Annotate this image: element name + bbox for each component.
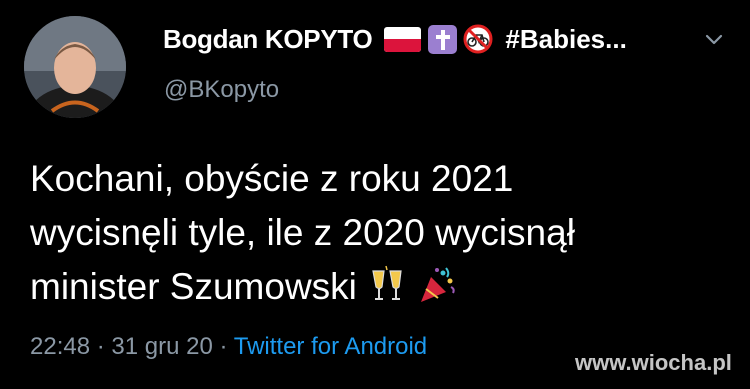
tweet-line: Kochani, obyście z roku 2021 [30, 158, 514, 199]
author-handle[interactable]: @BKopyto [164, 76, 279, 104]
tweet-time[interactable]: 22:48 [30, 333, 90, 360]
party-popper-icon [421, 267, 456, 302]
chevron-down-icon[interactable] [703, 28, 725, 50]
meta-separator: · [96, 333, 105, 360]
meta-separator: · [219, 333, 228, 360]
author-display-name[interactable]: Bogdan KOPYTO [163, 24, 373, 55]
tweet-source-link[interactable]: Twitter for Android [234, 333, 427, 360]
tweet-line: minister Szumowski [30, 260, 730, 314]
avatar[interactable] [24, 16, 126, 118]
tweet-meta: 22:48 · 31 gru 20 · Twitter for Android [30, 333, 427, 361]
tweet-line: wycisnęli tyle, ile z 2020 wycisnął [30, 212, 575, 253]
author-name-row: Bogdan KOPYTO #Babies... [163, 22, 627, 56]
clinking-glasses-icon [372, 265, 402, 300]
tweet-line-text: minister Szumowski [30, 266, 357, 307]
poland-flag-icon [384, 26, 422, 52]
author-tag-text: #Babies... [505, 23, 627, 54]
tweet-date[interactable]: 31 gru 20 [111, 333, 212, 360]
watermark: www.wiocha.pl [575, 350, 732, 375]
latin-cross-icon [428, 24, 458, 54]
no-bicycles-icon [463, 24, 493, 54]
tweet-text: Kochani, obyście z roku 2021 wycisnęli t… [30, 152, 730, 314]
